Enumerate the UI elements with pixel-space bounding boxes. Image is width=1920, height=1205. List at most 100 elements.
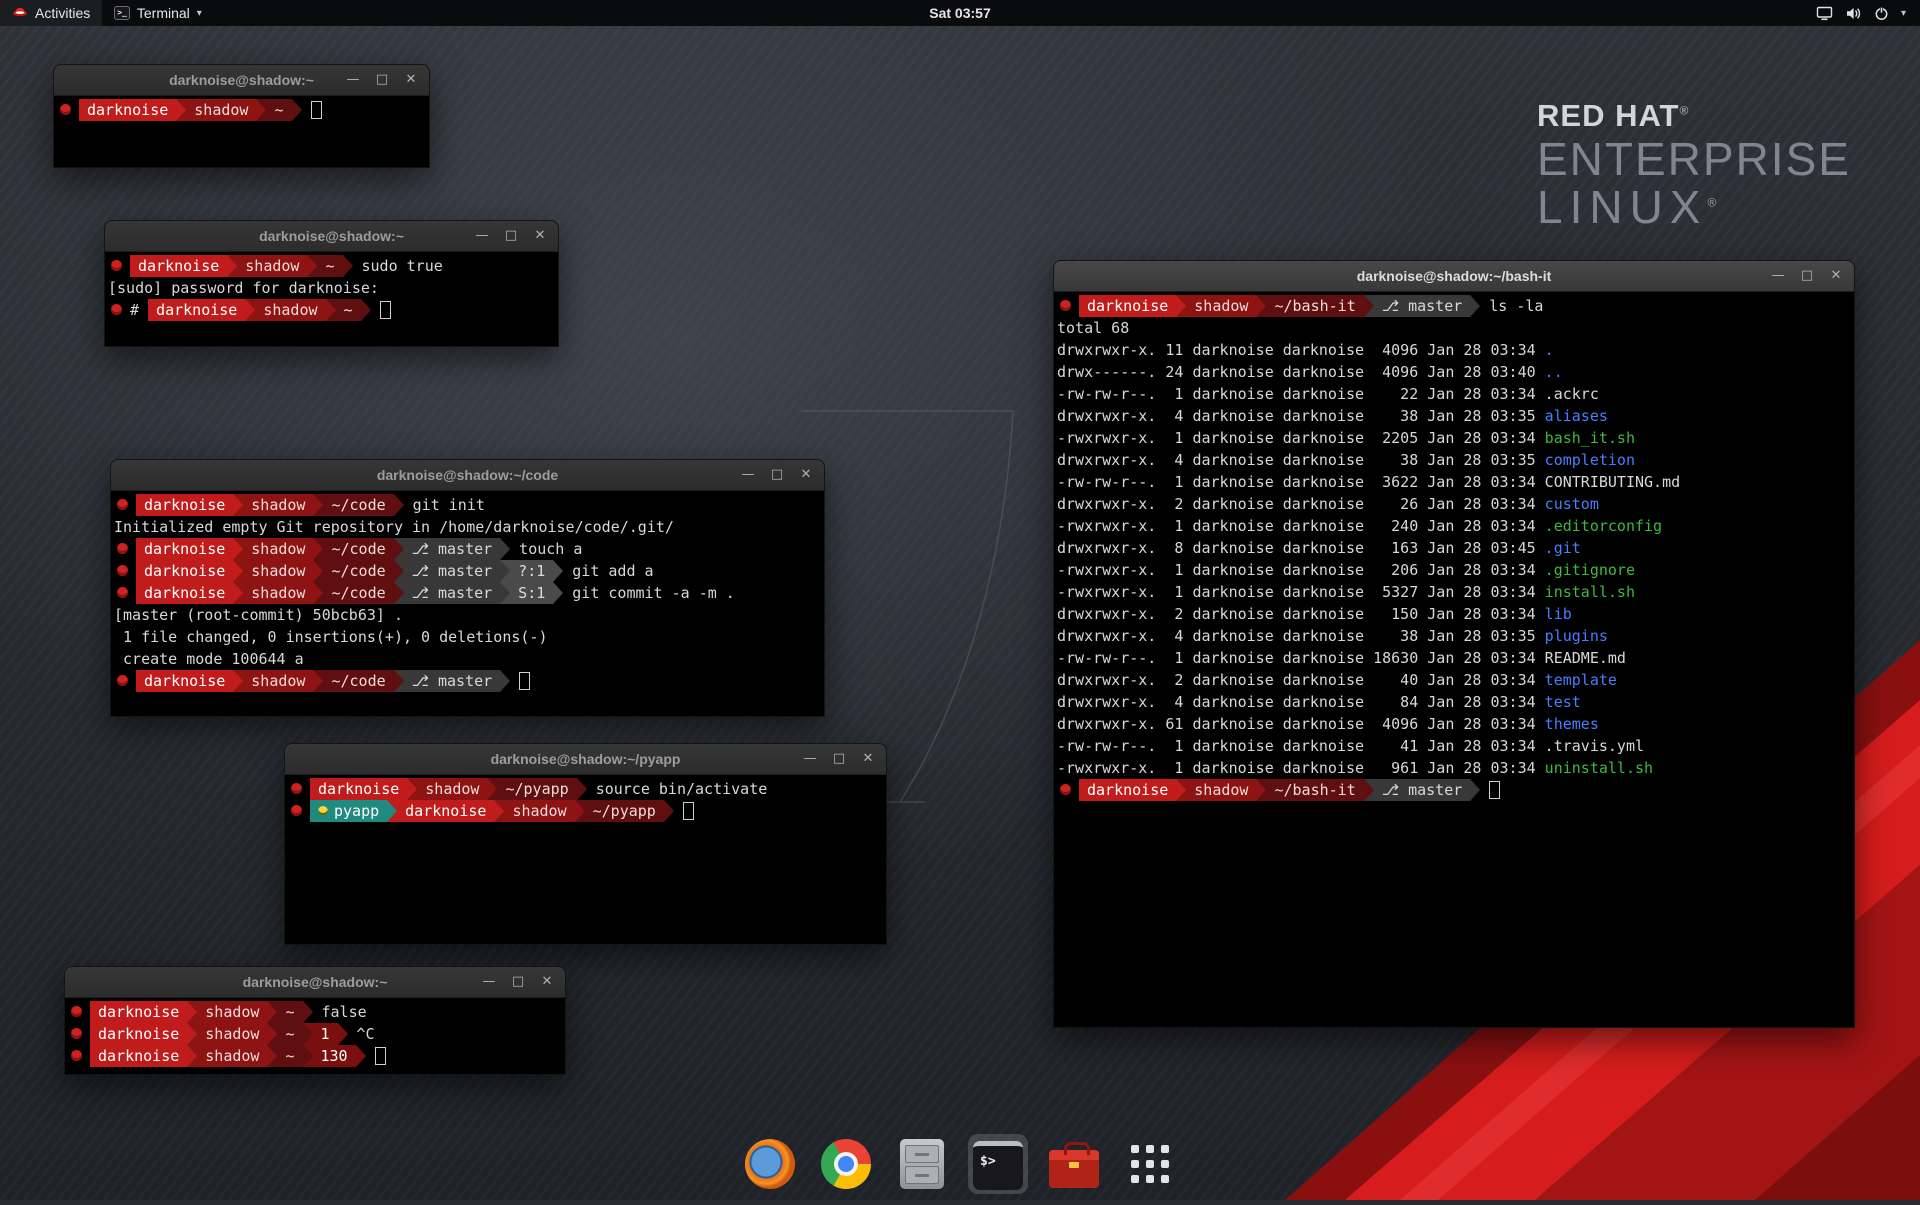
redhat-prompt-icon bbox=[117, 587, 128, 598]
activities-button[interactable]: Activities bbox=[0, 0, 102, 26]
typed-command: git add a bbox=[572, 560, 653, 582]
maximize-button[interactable]: □ bbox=[770, 460, 784, 490]
prompt-segment-user: darknoise bbox=[90, 1023, 187, 1045]
window-titlebar[interactable]: darknoise@shadow:~—□✕ bbox=[105, 221, 558, 252]
terminal-output-line: -rw-rw-r--. 1 darknoise darknoise 3622 J… bbox=[1057, 471, 1851, 493]
window-titlebar[interactable]: darknoise@shadow:~/pyapp—□✕ bbox=[285, 744, 886, 775]
minimize-button[interactable]: — bbox=[741, 460, 755, 490]
terminal-output-line: drwxrwxr-x. 4 darknoise darknoise 38 Jan… bbox=[1057, 405, 1851, 427]
prompt-segment-host: shadow bbox=[243, 670, 313, 692]
maximize-button[interactable]: □ bbox=[504, 221, 518, 251]
window-titlebar[interactable]: darknoise@shadow:~/bash-it—□✕ bbox=[1054, 261, 1854, 292]
app-menu-terminal[interactable]: >_ Terminal ▾ bbox=[102, 0, 214, 26]
terminal-content[interactable]: darknoiseshadow~/pyappsource bin/activat… bbox=[285, 775, 886, 825]
grid-dot bbox=[1131, 1175, 1139, 1183]
minimize-button[interactable]: — bbox=[803, 744, 817, 774]
output-text: drwxrwxr-x. 11 darknoise darknoise 4096 … bbox=[1057, 341, 1545, 359]
terminal-content[interactable]: darknoiseshadow~falsedarknoiseshadow~1^C… bbox=[65, 998, 565, 1070]
prompt-segment-path: ~/pyapp bbox=[585, 800, 664, 822]
terminal-window-w4[interactable]: darknoise@shadow:~/pyapp—□✕darknoiseshad… bbox=[284, 743, 887, 945]
dock-item-files[interactable] bbox=[892, 1134, 952, 1194]
minimize-button[interactable]: — bbox=[346, 65, 360, 95]
close-button[interactable]: ✕ bbox=[533, 221, 547, 251]
powerline-arrow-icon bbox=[394, 560, 404, 582]
dock-item-firefox[interactable] bbox=[740, 1134, 800, 1194]
prompt-segment-count: S:1 bbox=[510, 582, 553, 604]
window-titlebar[interactable]: darknoise@shadow:~/code—□✕ bbox=[111, 460, 824, 491]
dock-item-terminal[interactable]: $> bbox=[968, 1134, 1028, 1194]
terminal-content[interactable]: darknoiseshadow~sudo true[sudo] password… bbox=[105, 252, 558, 324]
dock-item-toolbox[interactable] bbox=[1044, 1134, 1104, 1194]
powerline-arrow-icon bbox=[343, 255, 353, 277]
dock-item-chrome[interactable] bbox=[816, 1134, 876, 1194]
terminal-window-w2[interactable]: darknoise@shadow:~—□✕darknoiseshadow~sud… bbox=[104, 220, 559, 347]
terminal-cursor bbox=[380, 301, 391, 319]
output-text: -rwxrwxr-x. 1 darknoise darknoise 206 Ja… bbox=[1057, 561, 1545, 579]
powerline-arrow-icon bbox=[313, 560, 323, 582]
dock-item-app-grid[interactable] bbox=[1120, 1134, 1180, 1194]
terminal-output-line: drwxrwxr-x. 2 darknoise darknoise 26 Jan… bbox=[1057, 493, 1851, 515]
dock: $> bbox=[740, 1134, 1180, 1194]
terminal-output-line: drwxrwxr-x. 61 darknoise darknoise 4096 … bbox=[1057, 713, 1851, 735]
terminal-cursor bbox=[519, 672, 530, 690]
minimize-button[interactable]: — bbox=[482, 967, 496, 997]
prompt-segment-path: ~ bbox=[277, 1045, 302, 1067]
terminal-window-w3[interactable]: darknoise@shadow:~/code—□✕darknoiseshado… bbox=[110, 459, 825, 717]
typed-command: ls -la bbox=[1489, 295, 1543, 317]
terminal-window-w6[interactable]: darknoise@shadow:~/bash-it—□✕darknoisesh… bbox=[1053, 260, 1855, 1028]
prompt-segment-host: shadow bbox=[186, 99, 256, 121]
minimize-button[interactable]: — bbox=[1771, 261, 1785, 291]
maximize-button[interactable]: □ bbox=[832, 744, 846, 774]
powerline-arrow-icon bbox=[1176, 779, 1186, 801]
filename-dir: test bbox=[1545, 693, 1581, 711]
terminal-content[interactable]: darknoiseshadow~/bash-it⎇ masterls -lato… bbox=[1054, 292, 1854, 804]
terminal-output-line: -rwxrwxr-x. 1 darknoise darknoise 206 Ja… bbox=[1057, 559, 1851, 581]
power-icon[interactable] bbox=[1874, 6, 1889, 21]
minimize-button[interactable]: — bbox=[475, 221, 489, 251]
prompt-segment-user: darknoise bbox=[90, 1045, 187, 1067]
terminal-output-line: drwxrwxr-x. 4 darknoise darknoise 38 Jan… bbox=[1057, 449, 1851, 471]
prompt-segment-user: darknoise bbox=[136, 494, 233, 516]
grid-dot bbox=[1146, 1145, 1154, 1153]
prompt-segment-host: shadow bbox=[197, 1045, 267, 1067]
window-titlebar[interactable]: darknoise@shadow:~—□✕ bbox=[54, 65, 429, 96]
close-button[interactable]: ✕ bbox=[861, 744, 875, 774]
powerline-arrow-icon bbox=[303, 1023, 313, 1045]
prompt-segment-path: ~/code bbox=[323, 494, 393, 516]
prompt-segment-host: shadow bbox=[243, 560, 313, 582]
output-text: [sudo] password for darknoise: bbox=[108, 279, 379, 297]
clock[interactable]: Sat 03:57 bbox=[929, 5, 990, 21]
close-button[interactable]: ✕ bbox=[1829, 261, 1843, 291]
powerline-arrow-icon bbox=[577, 778, 587, 800]
prompt-segment-user: darknoise bbox=[1079, 295, 1176, 317]
python-icon bbox=[318, 806, 328, 816]
filename-dir: plugins bbox=[1545, 627, 1608, 645]
terminal-cursor bbox=[375, 1047, 386, 1065]
terminal-window-w1[interactable]: darknoise@shadow:~—□✕darknoiseshadow~ bbox=[53, 64, 430, 168]
terminal-content[interactable]: darknoiseshadow~/codegit initInitialized… bbox=[111, 491, 824, 695]
terminal-window-w5[interactable]: darknoise@shadow:~—□✕darknoiseshadow~fal… bbox=[64, 966, 566, 1075]
terminal-icon: >_ bbox=[114, 6, 130, 20]
filename-exec: uninstall.sh bbox=[1545, 759, 1653, 777]
close-button[interactable]: ✕ bbox=[540, 967, 554, 997]
prompt-segment-path: ~ bbox=[317, 255, 342, 277]
window-controls: — □ ✕ bbox=[1771, 261, 1854, 291]
terminal-output-line: drwxrwxr-x. 2 darknoise darknoise 40 Jan… bbox=[1057, 669, 1851, 691]
terminal-content[interactable]: darknoiseshadow~ bbox=[54, 96, 429, 124]
maximize-button[interactable]: □ bbox=[1800, 261, 1814, 291]
close-button[interactable]: ✕ bbox=[799, 460, 813, 490]
powerline-arrow-icon bbox=[313, 494, 323, 516]
powerline-arrow-icon bbox=[1364, 295, 1374, 317]
typed-command: git init bbox=[413, 494, 485, 516]
system-menu-chevron-down-icon[interactable]: ▾ bbox=[1901, 8, 1906, 19]
display-icon[interactable] bbox=[1816, 6, 1833, 21]
window-titlebar[interactable]: darknoise@shadow:~—□✕ bbox=[65, 967, 565, 998]
powerline-arrow-icon bbox=[1176, 295, 1186, 317]
redhat-prompt-icon bbox=[117, 499, 128, 510]
volume-icon[interactable] bbox=[1845, 6, 1862, 21]
prompt-segment-git: ⎇ master bbox=[404, 538, 501, 560]
close-button[interactable]: ✕ bbox=[404, 65, 418, 95]
branding-red-hat: RED HAT® bbox=[1537, 100, 1851, 132]
maximize-button[interactable]: □ bbox=[511, 967, 525, 997]
maximize-button[interactable]: □ bbox=[375, 65, 389, 95]
